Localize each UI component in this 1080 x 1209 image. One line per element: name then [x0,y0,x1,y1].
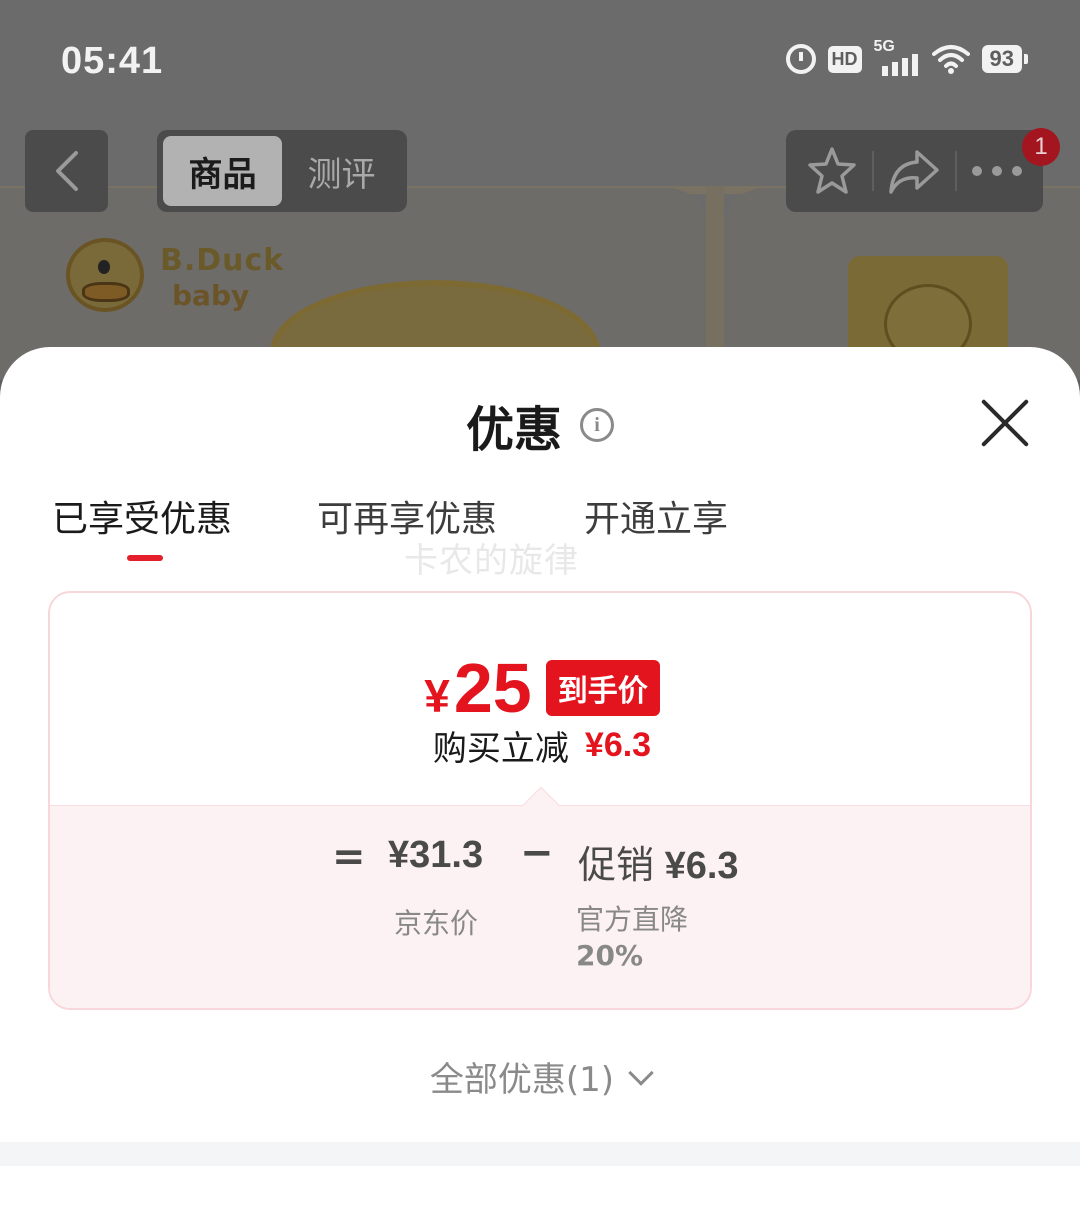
breakdown-pointer [522,786,560,824]
share-icon[interactable] [887,146,941,196]
tab-activate-promos[interactable]: 开通立享 [584,497,728,543]
final-price-value: 25 [453,649,532,727]
final-price: ¥ 25 [424,648,531,728]
tab-product[interactable]: 商品 [163,136,282,206]
alarm-icon [785,44,816,74]
price-breakdown: = ¥31.3 京东价 − 促销 ¥6.3 官方直降 20% [50,786,1030,1008]
promo-desc-line1: 官方直降 [576,903,689,936]
jd-price-label: 京东价 [394,907,479,940]
back-icon [55,151,78,191]
sheet-title: 优惠 [465,402,562,458]
chevron-down-icon [628,1059,654,1086]
brand-sub: baby [172,279,250,312]
status-icons: HD 5G 93 [785,38,1029,76]
brand-name: B.Duck [160,243,285,278]
all-promos-toggle[interactable]: 全部优惠(1) [0,1052,1080,1101]
promo-desc-line2: 20% [576,939,644,972]
signal-5g-icon: 5G [874,38,920,76]
promo-card: ¥ 25 到手价 购买立减 ¥6.3 = ¥31.3 京东价 − 促销 ¥6.3… [48,591,1032,1010]
divider [872,151,875,191]
jd-price-value: ¥31.3 [388,834,484,876]
minus-sign: − [520,830,554,876]
more-icon[interactable] [970,164,1024,178]
equals-sign: = [332,834,366,880]
promo-value: ¥6.3 [664,845,739,887]
promotions-sheet: 优惠 i 已享受优惠 可再享优惠 开通立享 卡农的旋律 ¥ 25 到手价 购买立… [0,347,1080,1209]
hd-icon: HD [827,45,862,73]
saving-row: 购买立减 ¥6.3 [50,721,1030,770]
brand-logo-text: B.Duck baby [160,246,284,310]
promo-label: 促销 [578,843,655,887]
back-button[interactable] [25,130,108,212]
notification-badge: 1 [1022,128,1060,166]
saving-label: 购买立减 [432,729,569,769]
close-button[interactable] [977,395,1033,451]
currency-symbol: ¥ [424,670,450,722]
bottom-divider [0,1142,1080,1166]
wifi-icon [931,45,970,74]
final-price-tag: 到手价 [545,660,660,716]
all-promos-label: 全部优惠(1) [429,1060,615,1100]
nav-actions [786,130,1043,212]
status-bar: 05:41 HD 5G 93 [0,0,1080,120]
battery-icon: 93 [981,45,1029,73]
tab-enjoyed-promos[interactable]: 已享受优惠 [52,497,232,543]
final-price-row: ¥ 25 到手价 [50,648,1030,728]
saving-value: ¥6.3 [584,726,652,764]
divider [954,151,957,191]
brand-duck-logo [66,238,144,312]
tab-review[interactable]: 测评 [282,136,401,206]
favorite-star-icon[interactable] [805,144,859,198]
watermark: 卡农的旋律 [404,541,579,581]
promo-description: 官方直降 20% [576,902,688,974]
status-time: 05:41 [61,40,164,82]
product-nav-tabs: 商品 测评 [157,130,407,212]
sheet-header: 优惠 i [0,395,1080,458]
promo-amount: 促销 ¥6.3 [578,834,739,889]
info-icon[interactable]: i [580,408,614,442]
active-tab-indicator [127,555,163,561]
